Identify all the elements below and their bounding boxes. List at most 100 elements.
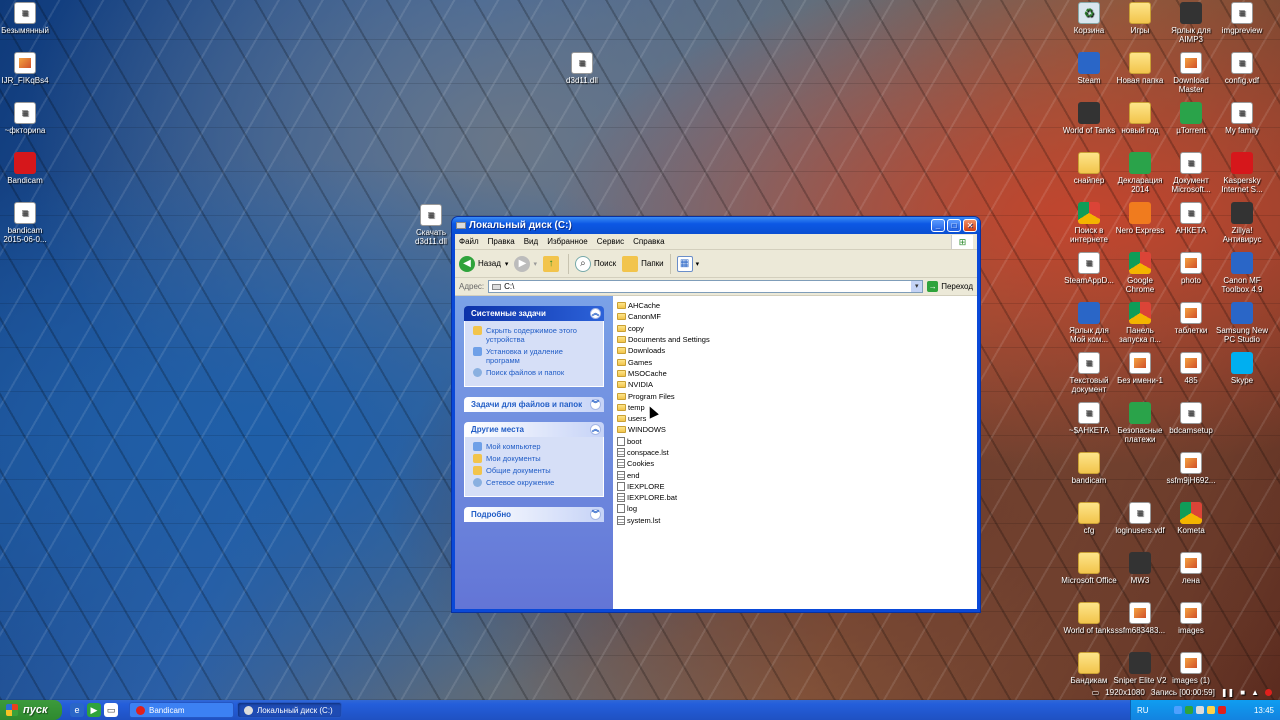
task-link[interactable]: Установка и удаление программ	[473, 347, 597, 365]
desktop-icon[interactable]: Sniper Elite V2	[1112, 652, 1168, 685]
views-button[interactable]: ▦ ▾	[676, 255, 699, 272]
task-panel-header[interactable]: Подробно ︾	[464, 507, 604, 522]
task-link[interactable]: Сетевое окружение	[473, 478, 597, 487]
menu-item[interactable]: Правка	[488, 237, 515, 246]
task-link[interactable]: Общие документы	[473, 466, 597, 475]
task-panel-header[interactable]: Другие места ︽	[464, 422, 604, 437]
desktop-icon[interactable]: ≡ d3d11.dll	[554, 52, 610, 85]
desktop-icon[interactable]: µTorrent	[1163, 102, 1219, 135]
antivirus-tray-icon[interactable]	[1184, 706, 1193, 714]
file-item[interactable]: Games	[617, 356, 973, 367]
desktop-icon[interactable]: 485	[1163, 352, 1219, 385]
desktop-icon[interactable]: Ярлык для Мой ком...	[1061, 302, 1117, 344]
file-list[interactable]: AHCache CanonMF copy Documents and Settings…	[613, 296, 977, 609]
volume-tray-icon[interactable]	[1206, 706, 1215, 714]
menu-item[interactable]: Файл	[459, 237, 479, 246]
collapse-chevron-icon[interactable]: ︽	[590, 424, 601, 435]
file-item[interactable]: log	[617, 503, 973, 514]
desktop-icon[interactable]: ssfm9jH692...	[1163, 452, 1219, 485]
language-indicator[interactable]: RU	[1137, 706, 1149, 715]
task-link[interactable]: Мои документы	[473, 454, 597, 463]
desktop-icon[interactable]: ≡ loginusers.vdf	[1112, 502, 1168, 535]
task-link[interactable]: Поиск файлов и папок	[473, 368, 597, 377]
file-item[interactable]: conspace.lst	[617, 447, 973, 458]
desktop-icon[interactable]: bandicam	[1061, 452, 1117, 485]
desktop-icon[interactable]: Nero Express	[1112, 202, 1168, 235]
desktop-icon[interactable]: Steam	[1061, 52, 1117, 85]
task-panel-header[interactable]: Системные задачи ︽	[464, 306, 604, 321]
desktop-icon[interactable]: Безопасные платежи	[1112, 402, 1168, 444]
desktop-icon[interactable]: ssfm683483...	[1112, 602, 1168, 635]
search-button[interactable]: ⌕ Поиск	[574, 255, 616, 272]
file-item[interactable]: temp	[617, 402, 973, 413]
desktop-icon[interactable]: photo	[1163, 252, 1219, 285]
desktop-icon[interactable]: Ярлык для AIMP3	[1163, 2, 1219, 44]
file-item[interactable]: Documents and Settings	[617, 334, 973, 345]
file-item[interactable]: IEXPLORE	[617, 481, 973, 492]
explorer-quicklaunch-icon[interactable]: e	[70, 703, 84, 717]
desktop-icon[interactable]: Игры	[1112, 2, 1168, 35]
desktop-icon[interactable]: Microsoft Office	[1061, 552, 1117, 585]
back-dropdown-icon[interactable]: ▾	[505, 260, 509, 268]
file-item[interactable]: Program Files	[617, 390, 973, 401]
clock[interactable]: 13:45	[1254, 706, 1274, 715]
file-item[interactable]: end	[617, 469, 973, 480]
file-item[interactable]: Cookies	[617, 458, 973, 469]
desktop-icon[interactable]: ≡ imgpreview	[1214, 2, 1270, 35]
maximize-button[interactable]: □	[947, 219, 961, 232]
explorer-window[interactable]: Локальный диск (C:) _ □ ✕ Файл Правка Вид И…	[451, 216, 981, 613]
desktop-icon[interactable]: Canon MF Toolbox 4.9	[1214, 252, 1270, 294]
file-item[interactable]: CanonMF	[617, 311, 973, 322]
desktop-icon[interactable]: images	[1163, 602, 1219, 635]
taskbar-button[interactable]: Bandicam	[129, 702, 234, 718]
minimize-button[interactable]: _	[931, 219, 945, 232]
menu-item[interactable]: Вид	[524, 237, 538, 246]
desktop-icon[interactable]: World of tanks	[1061, 602, 1117, 635]
desktop-icon[interactable]: Поиск в интернете	[1061, 202, 1117, 244]
desktop-icon[interactable]: Zillya! Антивирус	[1214, 202, 1270, 244]
collapse-chevron-icon[interactable]: ︽	[590, 308, 601, 319]
desktop-icon[interactable]: Skype	[1214, 352, 1270, 385]
desktop-icon[interactable]: Samsung New PC Studio	[1214, 302, 1270, 344]
go-button[interactable]: → Переход	[927, 281, 973, 292]
desktop-icon[interactable]: MW3	[1112, 552, 1168, 585]
desktop-icon[interactable]: ≡ bandicam 2015-06-0...	[0, 202, 53, 244]
expand-chevron-icon[interactable]: ︾	[590, 509, 601, 520]
show-desktop-icon[interactable]: ▭	[104, 703, 118, 717]
desktop-icon[interactable]: ≡ SteamAppD...	[1061, 252, 1117, 285]
desktop-icon[interactable]: Новая папка	[1112, 52, 1168, 85]
bandicam-tray-icon[interactable]	[1217, 706, 1226, 714]
file-item[interactable]: boot	[617, 436, 973, 447]
task-panel-header[interactable]: Задачи для файлов и папок ︾	[464, 397, 604, 412]
file-item[interactable]: IEXPLORE.bat	[617, 492, 973, 503]
close-button[interactable]: ✕	[963, 219, 977, 232]
file-item[interactable]: NVIDIA	[617, 379, 973, 390]
desktop-icon[interactable]: ≡ Документ Microsoft...	[1163, 152, 1219, 194]
desktop-icon[interactable]: Bandicam	[0, 152, 53, 185]
desktop-icon[interactable]: Download Master	[1163, 52, 1219, 94]
desktop-icon[interactable]: снайпер	[1061, 152, 1117, 185]
record-icon[interactable]	[1265, 688, 1272, 696]
file-item[interactable]: AHCache	[617, 300, 973, 311]
desktop-icon[interactable]: images (1)	[1163, 652, 1219, 685]
desktop-icon[interactable]: ♻ Корзина	[1061, 2, 1117, 35]
desktop-icon[interactable]: лена	[1163, 552, 1219, 585]
task-link[interactable]: Мой компьютер	[473, 442, 597, 451]
camera-icon[interactable]: ■	[1240, 688, 1245, 697]
up-folder-button[interactable]: ↑	[542, 255, 562, 272]
desktop-icon[interactable]: IJR_FIKqBs4	[0, 52, 53, 85]
task-link[interactable]: Скрыть содержимое этого устройства	[473, 326, 597, 344]
desktop-icon[interactable]: Google Chrome	[1112, 252, 1168, 294]
desktop-icon[interactable]: Kaspersky Internet S...	[1214, 152, 1270, 194]
bluetooth-tray-icon[interactable]	[1173, 706, 1182, 714]
menu-item[interactable]: Справка	[633, 237, 664, 246]
desktop-icon[interactable]: World of Tanks	[1061, 102, 1117, 135]
desktop-icon[interactable]: Бандикам	[1061, 652, 1117, 685]
menu-item[interactable]: Избранное	[547, 237, 588, 246]
desktop-icon[interactable]: Без имени-1	[1112, 352, 1168, 385]
desktop-icon[interactable]: ≡ АНКЕТА	[1163, 202, 1219, 235]
pause-icon[interactable]: ❚❚	[1221, 688, 1234, 697]
stop-icon[interactable]: ▲	[1251, 688, 1259, 697]
desktop-icon[interactable]: ≡ Текстовый документ	[1061, 352, 1117, 394]
desktop-icon[interactable]: ≡ ~фктopиnа	[0, 102, 53, 135]
